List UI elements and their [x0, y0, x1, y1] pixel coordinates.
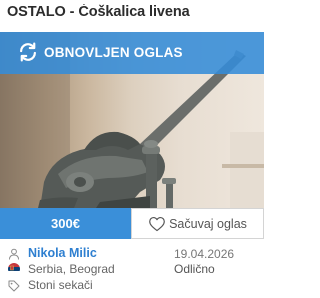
listing-title[interactable]: OSTALO - Ćoškalica livena	[7, 4, 259, 20]
banner-label: OBNOVLJEN OGLAS	[44, 45, 183, 60]
save-listing-button[interactable]: Sačuvaj oglas	[131, 208, 264, 239]
category-text: Stoni sekači	[28, 278, 93, 292]
condition-text: Odlično	[174, 262, 215, 276]
listing-date: 19.04.2026	[174, 247, 235, 261]
serbia-flag-icon	[8, 263, 20, 275]
save-label: Sačuvaj oglas	[169, 216, 247, 231]
price-button[interactable]: 300€	[0, 208, 131, 239]
tag-icon	[8, 280, 20, 292]
renewed-listing-banner: OBNOVLJEN OGLAS	[0, 32, 264, 74]
refresh-icon	[20, 42, 36, 62]
seller-name-link[interactable]: Nikola Milic	[28, 246, 97, 260]
user-icon	[9, 248, 19, 260]
listing-meta: Nikola Milic Serbia, Beograd Stoni sekač…	[0, 244, 264, 298]
price-value: 300€	[51, 216, 80, 231]
location-text: Serbia, Beograd	[28, 262, 115, 276]
heart-outline-icon	[149, 216, 165, 231]
